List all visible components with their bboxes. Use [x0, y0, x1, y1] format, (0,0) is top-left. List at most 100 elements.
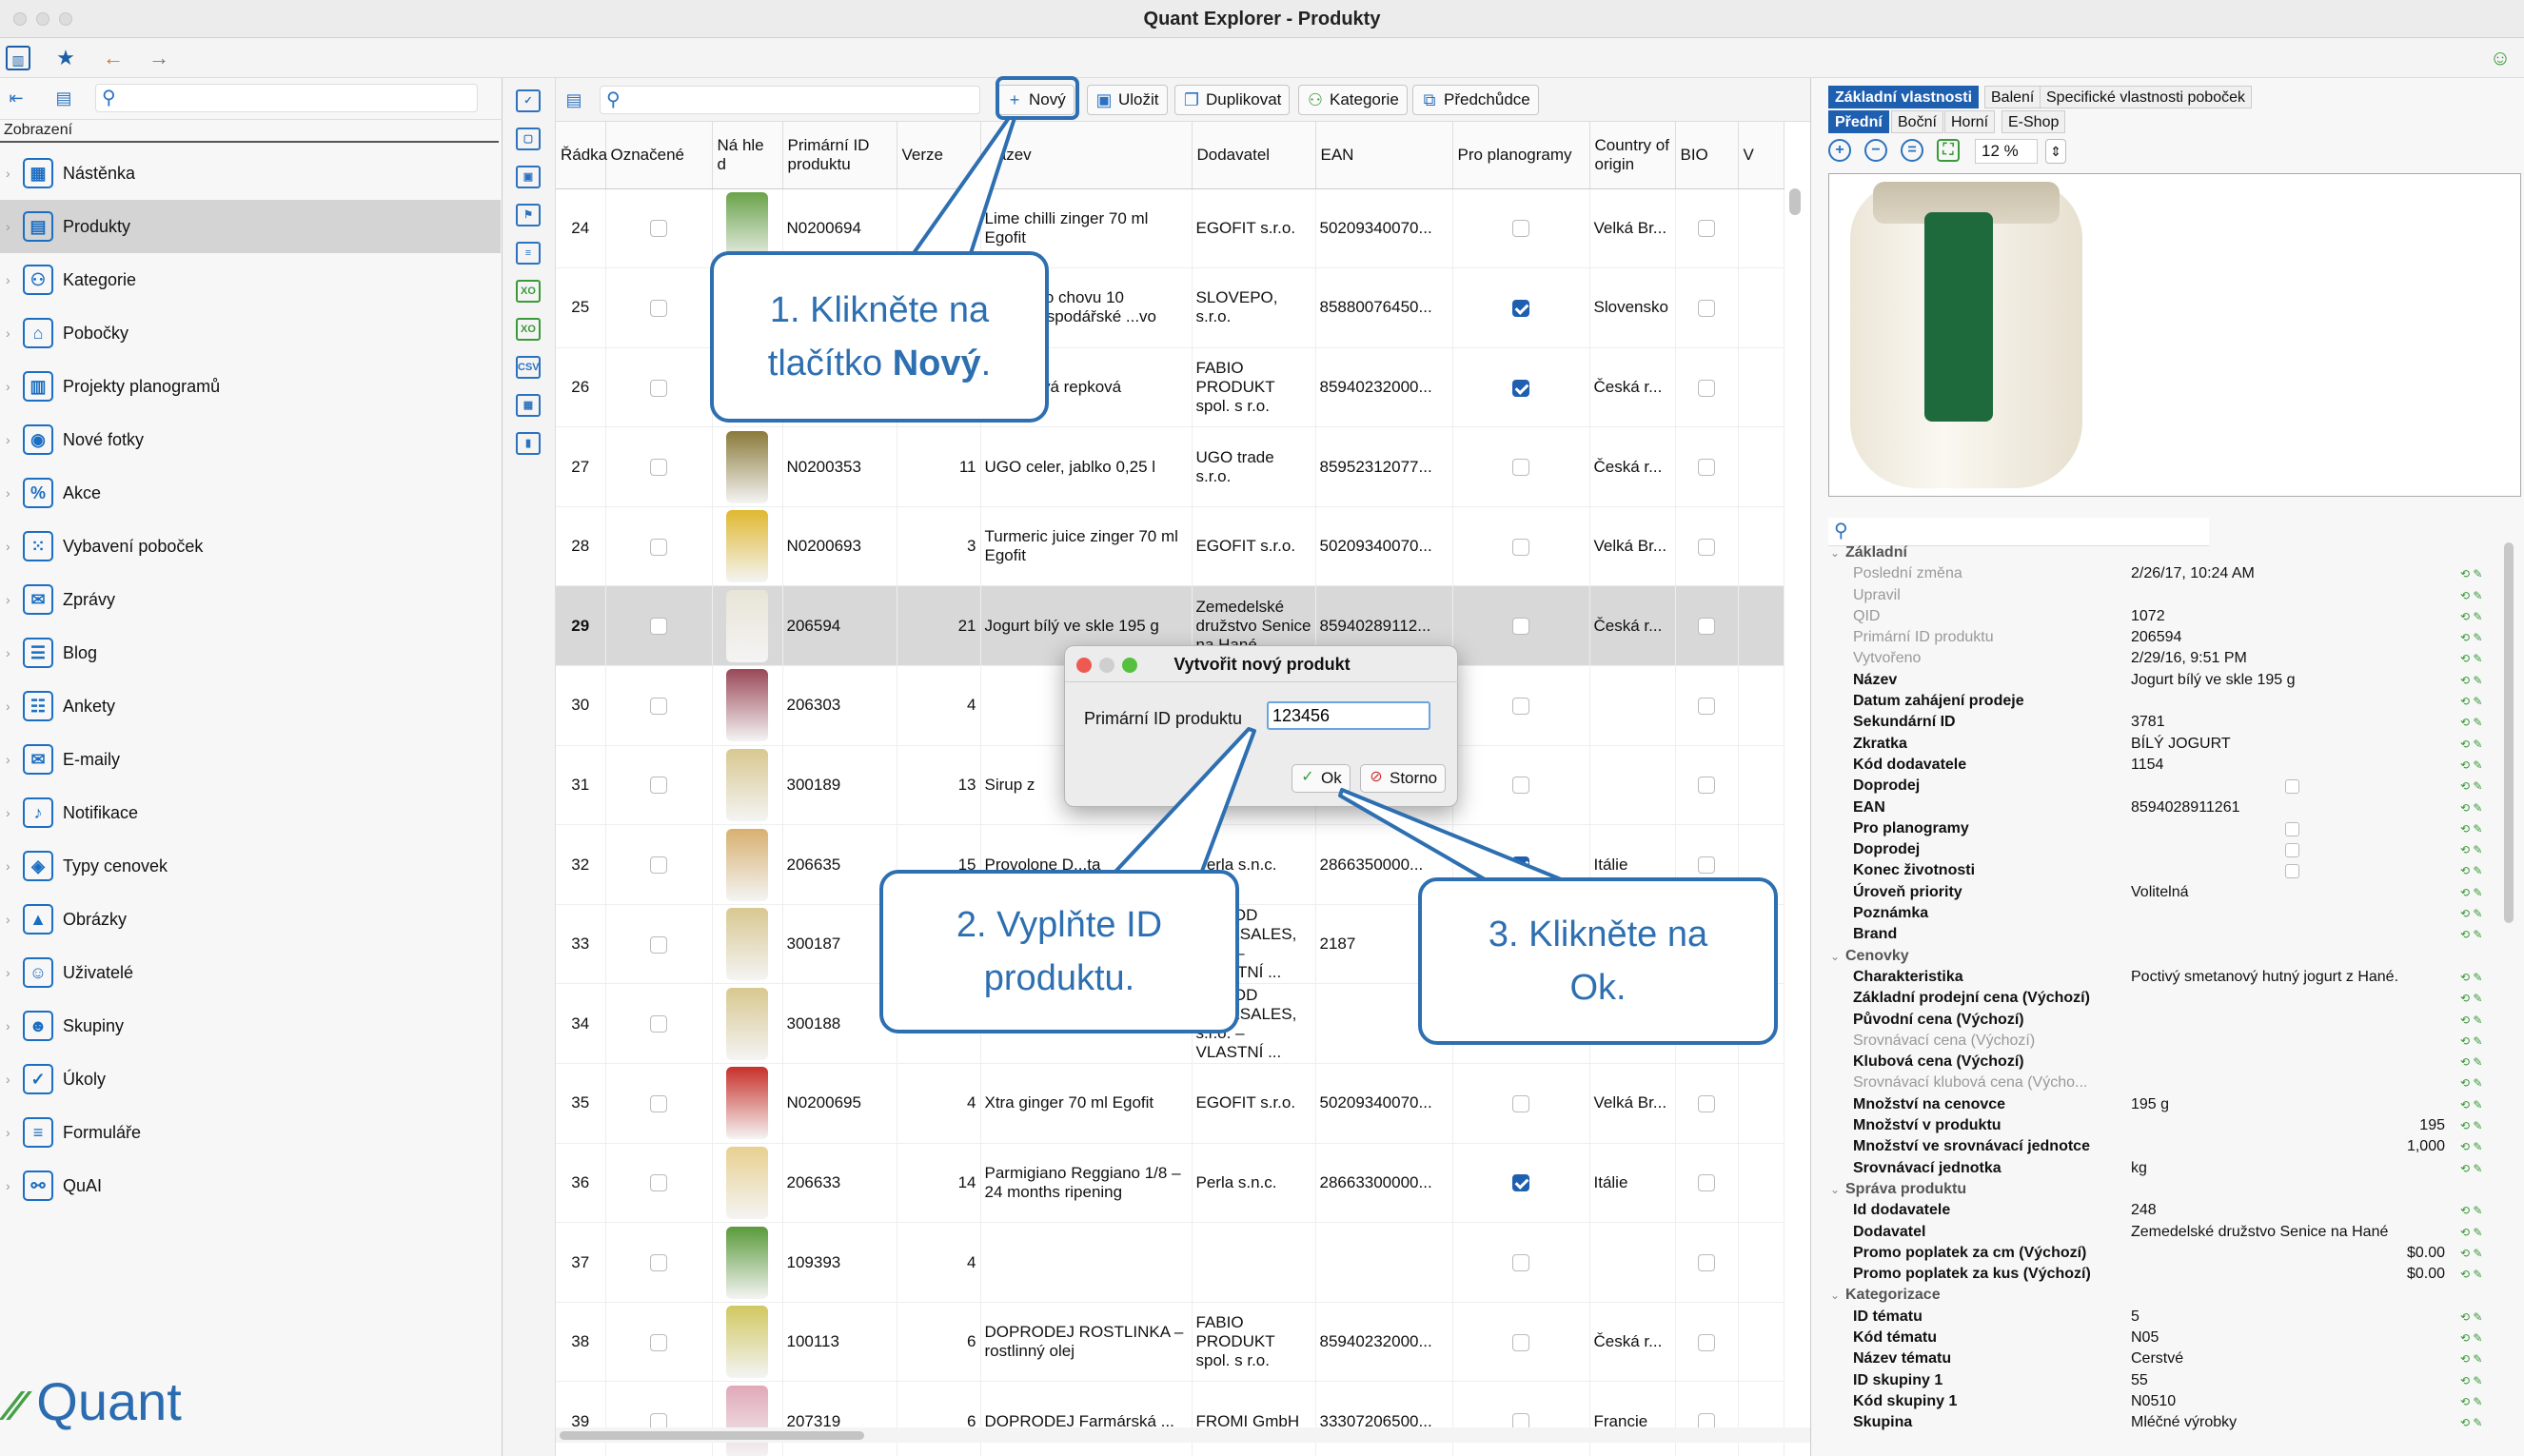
property-row[interactable]: Datum zahájení prodeje ⟲ ✎	[1828, 691, 2494, 712]
chevron-down-icon[interactable]: ⌄	[1830, 1285, 1840, 1306]
property-row[interactable]: Charakteristika Poctivý smetanový hutný j…	[1828, 967, 2494, 988]
category-button[interactable]: ⚇ Kategorie	[1298, 85, 1408, 115]
table-row[interactable]: 28 N0200693 3 Turmeric juice zinger 70 ml E…	[556, 506, 1785, 587]
planogram-checkbox[interactable]	[1512, 459, 1529, 477]
property-value[interactable]: kg	[2131, 1158, 2445, 1179]
sidebar-item-10[interactable]: › ☷ Ankety	[0, 679, 501, 733]
grid-search-input[interactable]: ⚲	[600, 86, 980, 114]
property-section[interactable]: Cenovky ⌄	[1828, 946, 2494, 967]
chevron-right-icon[interactable]: ›	[6, 219, 10, 234]
new-button[interactable]: + Nový	[997, 85, 1075, 115]
flag-icon[interactable]: ⚑	[516, 204, 541, 226]
zoom-in-icon[interactable]: +	[1828, 139, 1851, 162]
chevron-right-icon[interactable]: ›	[6, 592, 10, 607]
zoom-level-field[interactable]: 12 %	[1975, 139, 2038, 164]
nav-search-input[interactable]: ⚲	[95, 84, 478, 112]
sidebar-item-8[interactable]: › ✉ Zprávy	[0, 573, 501, 626]
marked-checkbox[interactable]	[650, 697, 667, 715]
property-value[interactable]: 1154	[2131, 755, 2445, 776]
cancel-button[interactable]: ⊘ Storno	[1360, 764, 1447, 793]
planogram-checkbox[interactable]	[1512, 1254, 1529, 1272]
property-row[interactable]: Konec životnosti ⟲ ✎	[1828, 860, 2494, 881]
back-arrow-icon[interactable]: ←	[101, 46, 126, 70]
column-header[interactable]: Označené	[605, 122, 713, 189]
sidebar-item-14[interactable]: › ▲ Obrázky	[0, 893, 501, 946]
column-header[interactable]: EAN	[1315, 122, 1453, 189]
dialog-close-button[interactable]	[1076, 658, 1092, 673]
property-section[interactable]: Kategorizace ⌄	[1828, 1285, 2494, 1306]
bio-checkbox[interactable]	[1698, 379, 1715, 397]
chevron-down-icon[interactable]: ⌄	[1830, 1179, 1840, 1200]
property-edit-icon[interactable]: ⟲ ✎	[2460, 903, 2482, 924]
property-value[interactable]: 195 g	[2131, 1094, 2445, 1115]
bio-checkbox[interactable]	[1698, 538, 1715, 556]
sidebar-toggle-icon[interactable]: ▥	[6, 46, 30, 70]
planogram-checkbox[interactable]	[1512, 697, 1529, 715]
table-row[interactable]: 35 N0200695 4 Xtra ginger 70 ml Egofit EGOFI…	[556, 1063, 1785, 1144]
property-row[interactable]: Srovnávací jednotka kg ⟲ ✎	[1828, 1158, 2494, 1179]
excel-import-icon[interactable]: XO	[516, 318, 541, 341]
table-row[interactable]: 39 207319 6 DOPRODEJ Farmárská ... FROMI Gmb…	[556, 1381, 1785, 1456]
property-row[interactable]: Název tématu Cerstvé ⟲ ✎	[1828, 1348, 2494, 1369]
sidebar-item-6[interactable]: ›% Akce	[0, 466, 501, 520]
dialog-zoom-button[interactable]	[1122, 658, 1137, 673]
bio-checkbox[interactable]	[1698, 618, 1715, 636]
property-row[interactable]: Srovnávací klubová cena (Výcho... ⟲ ✎	[1828, 1072, 2494, 1093]
property-edit-icon[interactable]: ⟲ ✎	[2460, 1158, 2482, 1179]
property-value[interactable]: N0510	[2131, 1391, 2445, 1412]
property-value[interactable]: 55	[2131, 1370, 2445, 1391]
planogram-checkbox[interactable]	[1512, 1333, 1529, 1351]
property-checkbox[interactable]	[2285, 821, 2299, 836]
property-row[interactable]: Základní prodejní cena (Výchozí) ⟲ ✎	[1828, 988, 2494, 1009]
planogram-checkbox[interactable]	[1512, 856, 1529, 875]
property-edit-icon[interactable]: ⟲ ✎	[2460, 1072, 2482, 1093]
chevron-down-icon[interactable]: ⌄	[1830, 542, 1840, 563]
property-edit-icon[interactable]: ⟲ ✎	[2460, 1010, 2482, 1031]
chevron-right-icon[interactable]: ›	[6, 858, 10, 874]
property-edit-icon[interactable]: ⟲ ✎	[2460, 776, 2482, 797]
planogram-checkbox[interactable]	[1512, 538, 1529, 556]
property-edit-icon[interactable]: ⟲ ✎	[2460, 606, 2482, 627]
property-edit-icon[interactable]: ⟲ ✎	[2460, 882, 2482, 903]
bio-checkbox[interactable]	[1698, 459, 1715, 477]
property-value[interactable]: 5	[2131, 1307, 2445, 1328]
property-edit-icon[interactable]: ⟲ ✎	[2460, 1370, 2482, 1391]
sidebar-item-19[interactable]: › ⚯ QuAI	[0, 1159, 501, 1212]
column-header[interactable]: BIO	[1675, 122, 1739, 189]
property-row[interactable]: Doprodej ⟲ ✎	[1828, 776, 2494, 797]
bio-checkbox[interactable]	[1698, 220, 1715, 238]
chevron-right-icon[interactable]: ›	[6, 1178, 10, 1193]
excel-export-icon[interactable]: XO	[516, 280, 541, 303]
column-header[interactable]: Primární ID produktu	[782, 122, 897, 189]
favorites-star-icon[interactable]: ★	[53, 46, 78, 70]
property-edit-icon[interactable]: ⟲ ✎	[2460, 924, 2482, 945]
product-id-input[interactable]	[1267, 701, 1430, 730]
column-header[interactable]: Verze	[897, 122, 981, 189]
property-row[interactable]: Množství na cenovce 195 g ⟲ ✎	[1828, 1094, 2494, 1115]
planogram-checkbox[interactable]	[1512, 220, 1529, 238]
marked-checkbox[interactable]	[650, 1333, 667, 1351]
property-scrollbar[interactable]	[2504, 542, 2514, 923]
marked-checkbox[interactable]	[650, 459, 667, 477]
sidebar-item-18[interactable]: › ≡ Formuláře	[0, 1106, 501, 1159]
zoom-stepper[interactable]: ⇕	[2045, 139, 2066, 164]
property-edit-icon[interactable]: ⟲ ✎	[2460, 1348, 2482, 1369]
chevron-right-icon[interactable]: ›	[6, 379, 10, 394]
chevron-right-icon[interactable]: ›	[6, 698, 10, 714]
property-edit-icon[interactable]: ⟲ ✎	[2460, 1052, 2482, 1072]
sidebar-item-2[interactable]: › ⚇ Kategorie	[0, 253, 501, 306]
bio-checkbox[interactable]	[1698, 697, 1715, 715]
property-edit-icon[interactable]: ⟲ ✎	[2460, 648, 2482, 669]
property-row[interactable]: Upravil ⟲ ✎	[1828, 585, 2494, 606]
chevron-right-icon[interactable]: ›	[6, 432, 10, 447]
scrollbar-thumb[interactable]	[560, 1431, 864, 1440]
bio-checkbox[interactable]	[1698, 777, 1715, 795]
property-value[interactable]: 1,000	[2131, 1136, 2445, 1157]
bio-checkbox[interactable]	[1698, 856, 1715, 875]
marked-checkbox[interactable]	[650, 1015, 667, 1033]
property-edit-icon[interactable]: ⟲ ✎	[2460, 967, 2482, 988]
chevron-down-icon[interactable]: ⌄	[1830, 946, 1840, 967]
view-settings-icon[interactable]: ▤	[51, 86, 76, 110]
csv-icon[interactable]: CSV	[516, 356, 541, 379]
tab-1[interactable]: Balení	[1984, 86, 2041, 108]
